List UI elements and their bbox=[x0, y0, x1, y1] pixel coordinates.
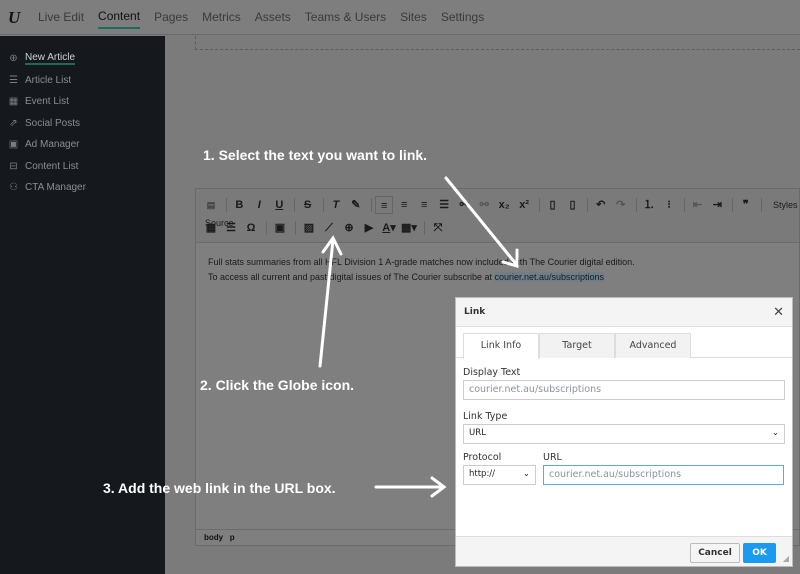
chevron-down-icon: ⌄ bbox=[771, 428, 779, 438]
arrow-1 bbox=[444, 176, 519, 268]
link-type-value: URL bbox=[469, 428, 486, 438]
url-input[interactable]: courier.net.au/subscriptions bbox=[543, 465, 784, 485]
display-text-input[interactable]: courier.net.au/subscriptions bbox=[463, 380, 785, 400]
link-type-select[interactable]: URL ⌄ bbox=[463, 424, 785, 444]
ok-button[interactable]: OK bbox=[743, 543, 776, 563]
display-text-label: Display Text bbox=[463, 367, 521, 378]
annotation-step-1: 1. Select the text you want to link. bbox=[203, 147, 428, 163]
arrow-3 bbox=[374, 476, 447, 498]
tab-advanced[interactable]: Advanced bbox=[615, 333, 691, 358]
link-dialog: Link ✕ Link Info Target Advanced Display … bbox=[455, 297, 793, 567]
tab-target[interactable]: Target bbox=[539, 333, 615, 358]
dialog-title: Link bbox=[464, 307, 486, 317]
link-type-label: Link Type bbox=[463, 411, 508, 422]
arrow-2 bbox=[318, 235, 343, 368]
protocol-label: Protocol bbox=[463, 452, 502, 463]
annotation-step-3: 3. Add the web link in the URL box. bbox=[103, 480, 336, 496]
cancel-button[interactable]: Cancel bbox=[690, 543, 740, 563]
tab-link-info[interactable]: Link Info bbox=[463, 333, 539, 359]
annotation-step-2: 2. Click the Globe icon. bbox=[200, 377, 355, 393]
resize-handle[interactable]: ◢ bbox=[783, 554, 789, 563]
protocol-select[interactable]: http:// ⌄ bbox=[463, 465, 536, 485]
protocol-value: http:// bbox=[469, 469, 496, 479]
chevron-down-icon: ⌄ bbox=[522, 469, 530, 479]
close-icon[interactable]: ✕ bbox=[773, 305, 784, 320]
url-label: URL bbox=[543, 452, 562, 463]
